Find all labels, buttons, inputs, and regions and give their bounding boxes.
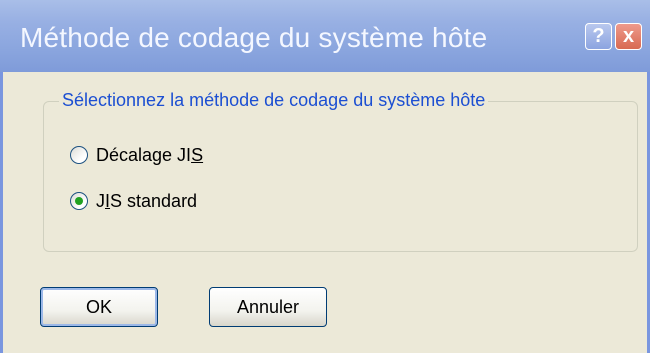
cancel-button[interactable]: Annuler xyxy=(209,287,327,327)
groupbox-label: Sélectionnez la méthode de codage du sys… xyxy=(59,90,489,111)
radio-option-shift-jis[interactable]: Décalage JIS xyxy=(70,143,203,167)
title-bar[interactable]: Méthode de codage du système hôte ? x xyxy=(0,0,650,72)
radio-selected-dot xyxy=(75,197,83,205)
window-title: Méthode de codage du système hôte xyxy=(20,22,488,53)
radio-option-jis-standard[interactable]: JIS standard xyxy=(70,189,197,213)
radio-button-shift-jis[interactable] xyxy=(70,146,88,164)
radio-label-shift-jis: Décalage JIS xyxy=(96,144,204,165)
encoding-groupbox xyxy=(43,101,638,252)
help-icon: ? xyxy=(592,25,605,47)
radio-label-jis-standard: JIS standard xyxy=(96,190,198,211)
close-icon: x xyxy=(622,25,635,47)
close-button[interactable]: x xyxy=(615,23,642,50)
radio-button-jis-standard[interactable] xyxy=(70,192,88,210)
help-button[interactable]: ? xyxy=(585,23,612,50)
ok-button[interactable]: OK xyxy=(40,287,158,327)
